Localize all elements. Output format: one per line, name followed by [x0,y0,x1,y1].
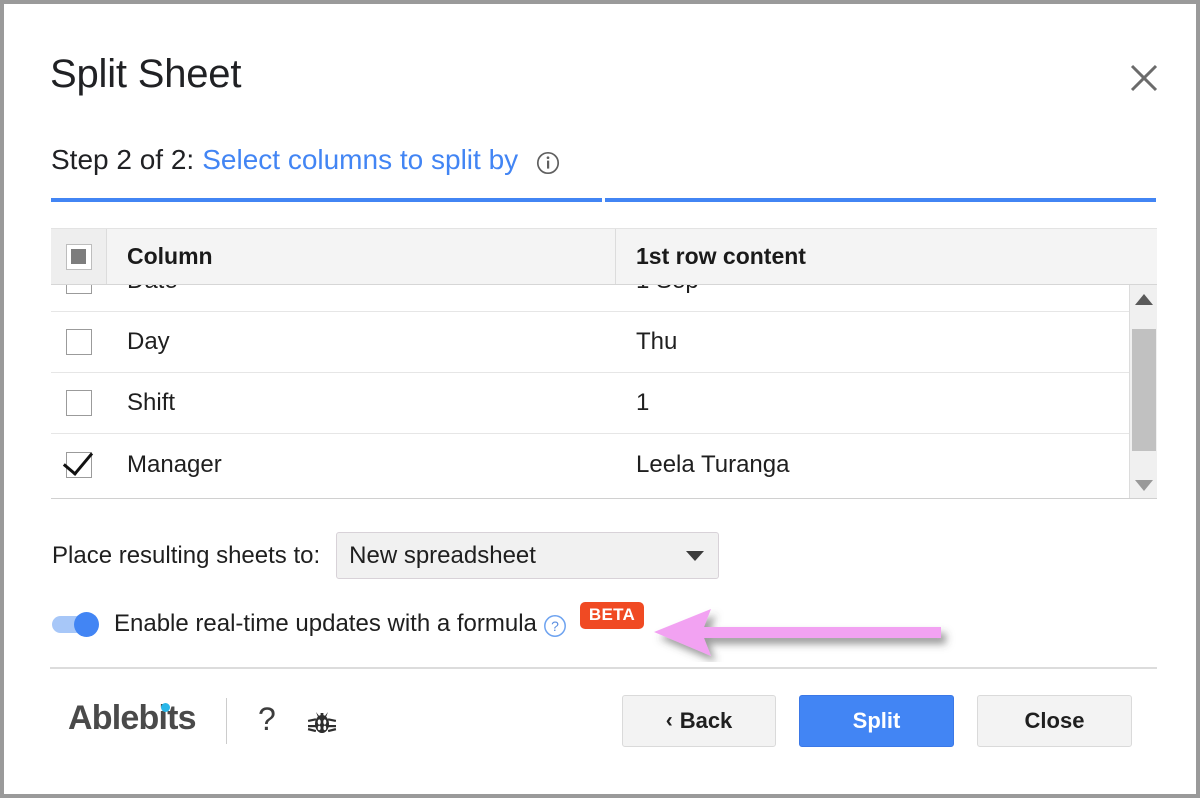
row-checkbox[interactable] [51,312,107,372]
checkbox-checked-icon [66,451,92,478]
caret-down-icon [686,550,705,561]
table-row[interactable]: Day Thu [51,312,1129,373]
row-column-name: Date [107,285,616,311]
step-indicator: Step 2 of 2: Select columns to split by [51,144,560,176]
scroll-up-icon[interactable] [1130,285,1157,313]
column-header-column: Column [107,229,616,284]
row-first-row-content: Thu [636,328,678,355]
close-icon[interactable] [1122,56,1166,100]
row-checkbox[interactable] [51,434,107,495]
table-row[interactable]: Shift 1 [51,373,1129,434]
row-checkbox[interactable] [51,373,107,433]
table-row[interactable]: Manager Leela Turanga [51,434,1129,495]
place-sheets-label: Place resulting sheets to: [52,541,321,569]
checkbox-unchecked-icon [66,285,92,294]
step-prefix: Step 2 of 2: [51,144,195,175]
scrollbar-thumb[interactable] [1132,329,1156,451]
table-header-row: Column 1st row content [51,229,1157,285]
column-header-first-row-content: 1st row content [636,243,806,269]
close-button-label: Close [1024,708,1085,733]
chevron-left-icon: ‹ [665,709,673,732]
place-sheets-select[interactable]: New spreadsheet [336,532,720,579]
page-title: Split Sheet [50,52,242,96]
toggle-knob [74,612,99,637]
table-scrollbar[interactable] [1129,285,1157,498]
close-button[interactable]: Close [977,695,1132,747]
place-sheets-row: Place resulting sheets to: New spreadshe… [52,532,720,579]
brand-text: Ablebits [68,699,197,737]
back-button[interactable]: ‹ Back [622,695,776,747]
row-first-row-content: 1 [636,389,650,416]
progress-segment-1 [51,198,602,202]
row-checkbox[interactable] [51,285,107,311]
scroll-down-icon[interactable] [1130,471,1157,498]
split-button[interactable]: Split [799,695,954,747]
checkbox-unchecked-icon [66,329,92,355]
svg-text:?: ? [551,618,559,634]
back-button-label: Back [679,708,733,733]
footer-divider [50,667,1157,669]
columns-table: Column 1st row content Date 1 Sep Day [51,228,1157,499]
table-body: Date 1 Sep Day Thu Shift 1 [51,285,1129,495]
row-column-name: Shift [127,389,176,416]
checkbox-indeterminate-icon [65,243,92,270]
help-question-icon[interactable]: ? [258,701,276,738]
step-link[interactable]: Select columns to split by [202,144,518,176]
place-sheets-value: New spreadsheet [349,541,536,569]
info-circle-icon[interactable] [536,151,560,175]
question-circle-icon[interactable]: ? [543,614,567,638]
row-column-name: Day [127,328,170,355]
checkbox-unchecked-icon [66,390,92,416]
footer-separator [226,698,227,744]
select-all-checkbox[interactable] [51,229,107,284]
brand-dot [160,703,170,712]
realtime-toggle-label: Enable real-time updates with a formula [114,610,537,637]
arrow-left-icon [649,600,979,662]
table-row[interactable]: Date 1 Sep [51,285,1129,312]
split-button-label: Split [852,708,901,733]
row-first-row-content: 1 Sep [616,285,1129,311]
table-scroll-area: Date 1 Sep Day Thu Shift 1 [51,285,1157,499]
realtime-toggle[interactable] [52,612,102,637]
row-column-name: Manager [127,450,222,478]
progress-segment-2 [605,198,1156,202]
realtime-updates-row: Enable real-time updates with a formula … [52,601,645,638]
split-sheet-dialog: Split Sheet Step 2 of 2: Select columns … [0,0,1200,798]
step-progress-bar [51,198,1156,202]
bug-icon[interactable] [304,704,340,745]
row-first-row-content: Leela Turanga [636,450,790,478]
beta-badge: BETA [579,601,645,629]
ablebits-logo: Ablebits [68,699,197,738]
